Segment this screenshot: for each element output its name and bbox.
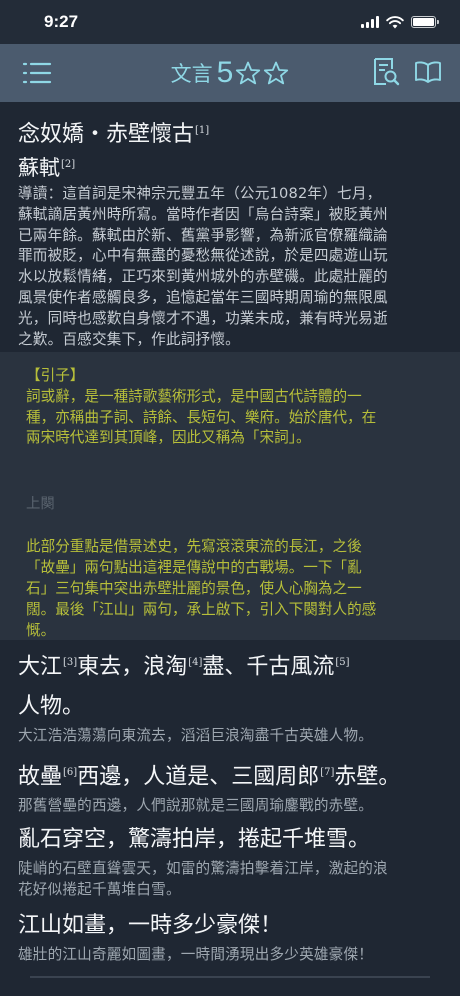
verse-text: 西邊，人道是、三國周郎 [77, 764, 320, 790]
commentary-line: 此部分重點是借景述史，先寫滾滾東流的長江，之後 [26, 538, 362, 555]
footnote-ref[interactable]: [1] [195, 125, 209, 136]
battery-level [413, 18, 434, 26]
status-bar: 9:27 [0, 0, 460, 44]
intro-line: 之歎。百感交集下，作此詞抒懷。 [18, 330, 240, 348]
intro-line: 水以放鬆情緒，正巧來到黃州城外的赤壁磯。此處壯麗的 [18, 268, 388, 286]
wifi-icon [386, 15, 404, 28]
poem-author: 蘇軾[2] [18, 152, 75, 182]
footnote-ref[interactable]: [3] [63, 657, 77, 668]
home-indicator [30, 976, 430, 978]
status-time: 9:27 [44, 12, 79, 31]
verse-line: 江山如畫，一時多少豪傑！ [18, 913, 283, 938]
yinzi-label: 【引子】 [26, 367, 85, 384]
poem-author-text: 蘇軾 [18, 156, 60, 180]
poem-title-text: 念奴嬌・赤壁懷古 [18, 122, 195, 147]
intro-line: 導讀：這首詞是宋神宗元豐五年（公元1082年）七月， [18, 185, 382, 202]
commentary-line: 石」三句集中突出赤壁壯麗的景色，使人心胸為之一 [26, 580, 362, 597]
intro-line: 罪而被貶，心中有無盡的憂愁無從述說，於是四處遊山玩 [18, 247, 388, 265]
intro-line: 光，同時也感歎自身懷才不遇，功業未成，兼有時光易逝 [18, 309, 388, 327]
poem-intro: 導讀：這首詞是宋神宗元豐五年（公元1082年）七月， 蘇軾謫居黃州時所寫。當時作… [18, 184, 442, 350]
footnote-ref[interactable]: [4] [188, 657, 202, 668]
verse-translation: 陡峭的石壁直聳雲天，如雷的驚濤拍擊着江岸，激起的浪 [18, 860, 388, 877]
commentary-line: 闊。最後「江山」兩句，承上啟下，引入下闋對人的感 [26, 601, 377, 618]
nav-right-actions [372, 57, 442, 87]
verse-block[interactable]: 大江[3]東去，浪淘[4]盡、千古風流[5] 人物。 大江浩浩蕩蕩向東流去，滔滔… [18, 645, 448, 746]
verse-block[interactable]: 亂石穿空，驚濤拍岸，捲起千堆雪。 陡峭的石壁直聳雲天，如雷的驚濤拍擊着江岸，激起… [18, 822, 448, 900]
verse-line: 人物。 [18, 694, 85, 720]
document-search-icon[interactable] [372, 57, 400, 87]
verse-translation: 雄壯的江山奇麗如圖畫，一時間湧現出多少英雄豪傑！ [18, 946, 374, 963]
verse-block[interactable]: 故壘[6]西邊，人道是、三國周郎[7]赤壁。 那舊營壘的西邊，人們說那就是三國周… [18, 755, 448, 816]
section-heading-shangque: 上闋 [26, 496, 55, 512]
verse-line: 故壘[6]西邊，人道是、三國周郎[7]赤壁。 [18, 755, 448, 795]
yinzi-line: 兩宋時代達到其頂峰，因此又稱為「宋詞」。 [26, 429, 311, 447]
commentary-line: 「故壘」兩句點出這裡是傳說中的古戰場。一下「亂 [26, 559, 362, 576]
battery-icon [411, 16, 439, 28]
verse-translation: 花好似捲起千萬堆白雪。 [18, 881, 181, 898]
verse-translation: 那舊營壘的西邊，人們說那就是三國周瑜鏖戰的赤壁。 [18, 797, 374, 815]
signal-icon [361, 16, 379, 28]
intro-line: 已兩年餘。蘇軾由於新、舊黨爭影響，為新派官僚羅織論 [18, 226, 388, 244]
open-book-icon[interactable] [414, 60, 442, 84]
nav-title-number: 5 [216, 56, 234, 89]
star-outline-icon[interactable] [235, 61, 261, 85]
verse-text: 赤壁。 [334, 764, 401, 790]
verse-text: 大江 [18, 654, 63, 680]
footnote-ref[interactable]: [7] [320, 767, 334, 778]
verse-line: 大江[3]東去，浪淘[4]盡、千古風流[5] [18, 645, 448, 685]
verse-block[interactable]: 江山如畫，一時多少豪傑！ 雄壯的江山奇麗如圖畫，一時間湧現出多少英雄豪傑！ [18, 908, 448, 965]
verse-line: 亂石穿空，驚濤拍岸，捲起千堆雪。 [18, 827, 371, 852]
verse-text: 東去，浪淘 [77, 654, 188, 680]
footnote-ref[interactable]: [2] [61, 159, 75, 170]
intro-line: 蘇軾謫居黃州時所寫。當時作者因「烏台詩案」被貶黃州 [18, 205, 388, 223]
nav-bar: 文言 5 [0, 44, 460, 102]
intro-line: 風景使作者感觸良多，追憶起當年三國時期周瑜的無限風 [18, 288, 388, 306]
shangque-commentary: 此部分重點是借景述史，先寫滾滾東流的長江，之後 「故壘」兩句點出這裡是傳說中的古… [26, 536, 438, 641]
status-icons [361, 15, 439, 29]
commentary-line: 慨。 [26, 622, 56, 639]
star-outline-icon[interactable] [263, 61, 289, 85]
yinzi-block: 【引子】 詞或辭，是一種詩歌藝術形式，是中國古代詩體的一 種，亦稱曲子詞、詩餘、… [26, 366, 438, 449]
poem-title: 念奴嬌・赤壁懷古[1] [18, 116, 209, 148]
verse-translation: 大江浩浩蕩蕩向東流去，滔滔巨浪淘盡千古英雄人物。 [18, 727, 374, 745]
nav-title-text: 文言 [170, 62, 213, 86]
yinzi-line: 詞或辭，是一種詩歌藝術形式，是中國古代詩體的一 [26, 387, 362, 405]
yinzi-line: 種，亦稱曲子詞、詩餘、長短句、樂府。始於唐代，在 [26, 408, 377, 426]
verse-text: 盡、千古風流 [202, 654, 335, 680]
footnote-ref[interactable]: [5] [335, 657, 349, 668]
verse-text: 故壘 [18, 764, 63, 790]
hamburger-menu-icon[interactable] [22, 60, 52, 86]
footnote-ref[interactable]: [6] [63, 767, 77, 778]
